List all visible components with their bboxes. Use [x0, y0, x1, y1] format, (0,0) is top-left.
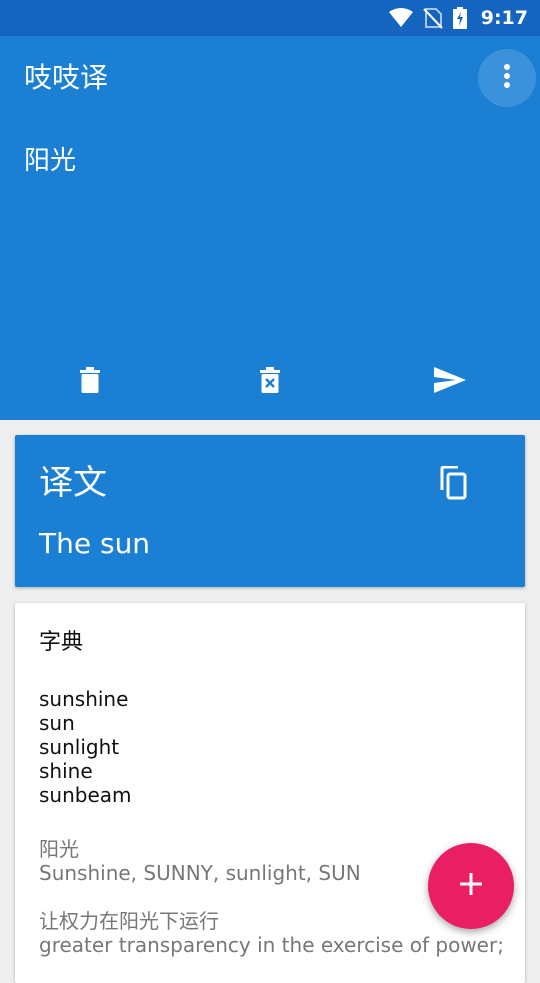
phrase-item: 让权力在阳光下运行 greater transparency in the ex… — [39, 909, 504, 957]
phrase-item: 阳光 Sunshine, SUNNY, sunlight, SUN — [39, 837, 361, 885]
wifi-icon — [388, 8, 413, 28]
phrase-english: Sunshine, SUNNY, sunlight, SUN — [39, 861, 361, 885]
translation-title: 译文 — [39, 463, 107, 503]
app-title: 吱吱译 — [24, 61, 109, 94]
list-item: sunshine — [39, 687, 129, 711]
more-vert-icon — [503, 63, 511, 93]
phrase-english: greater transparency in the exercise of … — [39, 933, 504, 957]
battery-charging-icon — [452, 7, 467, 29]
copy-button[interactable] — [433, 465, 473, 505]
source-text-input[interactable]: 阳光 — [24, 146, 76, 176]
send-button[interactable] — [430, 362, 470, 402]
trash-icon — [79, 367, 101, 397]
status-bar: 9:17 — [0, 0, 540, 36]
copy-icon — [438, 465, 468, 504]
list-item: sun — [39, 711, 75, 735]
more-options-button[interactable] — [478, 49, 536, 107]
phrase-chinese: 让权力在阳光下运行 — [39, 909, 219, 933]
translation-card: 译文 The sun — [15, 435, 525, 587]
add-fab-button[interactable] — [428, 843, 514, 929]
send-icon — [434, 367, 466, 397]
no-sim-icon — [423, 7, 443, 29]
translation-result[interactable]: The sun — [39, 527, 150, 561]
list-item: shine — [39, 759, 93, 783]
input-panel: 吱吱译 阳光 — [0, 36, 540, 420]
dictionary-word-list: sunshine sun sunlight shine sunbeam — [39, 687, 132, 807]
trash-x-icon — [259, 367, 281, 397]
clear-button[interactable] — [250, 362, 290, 402]
status-time: 9:17 — [480, 7, 528, 29]
dictionary-title: 字典 — [39, 630, 84, 655]
dictionary-card: 字典 sunshine sun sunlight shine sunbeam 阳… — [15, 603, 525, 983]
list-item: sunlight — [39, 735, 120, 759]
delete-button[interactable] — [70, 362, 110, 402]
plus-icon — [460, 873, 482, 899]
list-item: sunbeam — [39, 783, 132, 807]
phrase-chinese: 阳光 — [39, 837, 79, 861]
